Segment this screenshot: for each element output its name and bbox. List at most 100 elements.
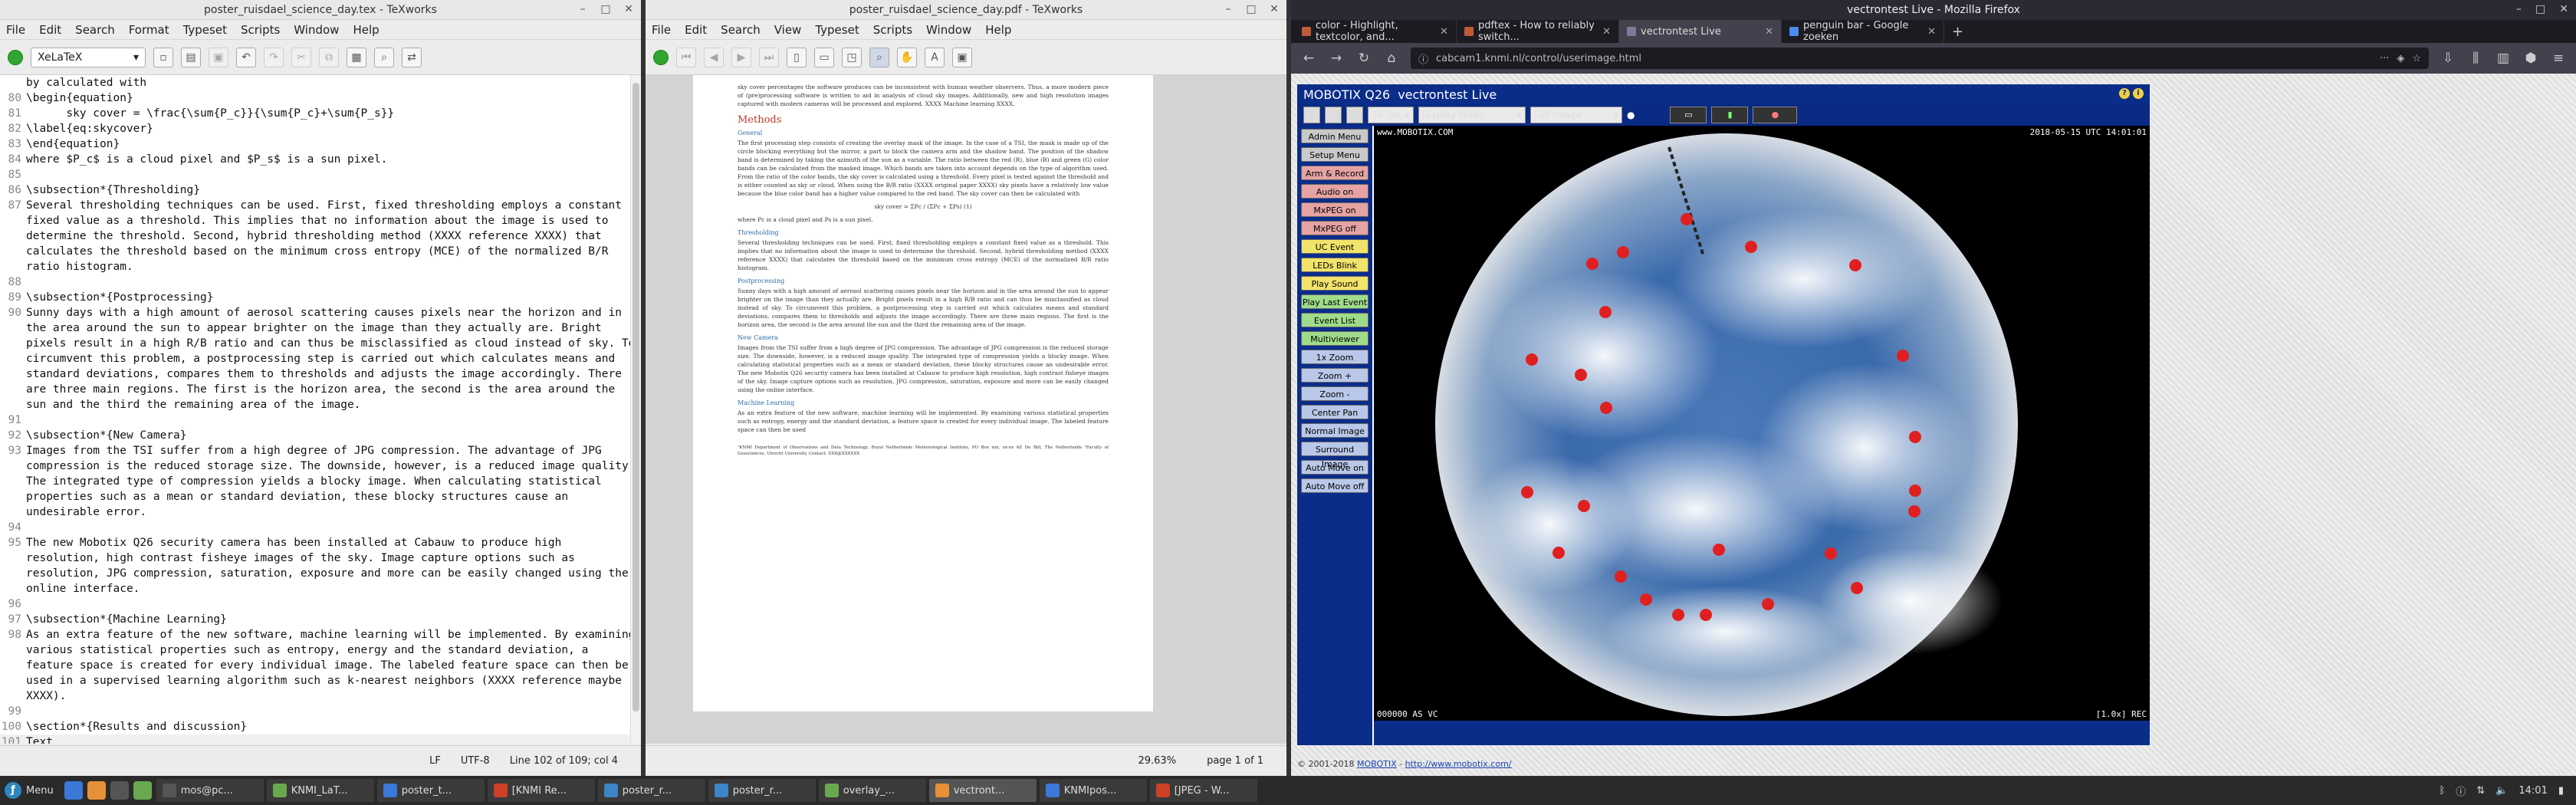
fit-width-icon[interactable]: ▭ [814,47,834,67]
next-page-icon[interactable]: ▶ [731,47,751,67]
mobotix-button-play-last-event[interactable]: Play Last Event [1301,294,1368,309]
editor-line[interactable]: 82 \label{eq:skycover} [0,121,641,136]
multiview-icon[interactable]: ▦ [1346,107,1363,123]
editor-line[interactable]: 96 [0,596,641,612]
mobotix-button-leds-blink[interactable]: LEDs Blink [1301,258,1368,272]
close-tab-icon[interactable]: ✕ [1440,26,1448,38]
editor-line[interactable]: 97 \subsection*{Machine Learning} [0,612,641,627]
source-editor[interactable]: by calculated with 80 \begin{equation} 81 s… [0,75,641,744]
extension-icon[interactable]: ⬢ [2522,51,2539,66]
mobotix-button-uc-event[interactable]: UC Event [1301,239,1368,254]
maximize-icon[interactable]: □ [1245,3,1257,15]
bluetooth-icon[interactable]: ᛒ [2439,785,2445,797]
browser-tab[interactable]: color - Highlight, textcolor, and... ✕ [1294,20,1457,43]
home-icon[interactable]: ⌂ [1383,51,1400,66]
menu-file[interactable]: File [6,23,25,37]
typeset-button[interactable] [8,49,23,65]
pdf-canvas[interactable]: sky cover percentages the software produ… [646,75,1286,744]
editor-line[interactable]: 85 [0,167,641,182]
close-icon[interactable]: ✕ [2559,3,2568,15]
eol-indicator[interactable]: LF [429,755,441,767]
editor-line[interactable]: 91 [0,412,641,428]
address-bar[interactable]: ⓘ cabcam1.knmi.nl/control/userimage.html… [1411,48,2429,69]
engine-select[interactable]: XeLaTeX ▾ [31,47,146,67]
player-icon[interactable]: ▶ [1325,107,1342,123]
mobotix-button-zoom-[interactable]: Zoom + [1301,368,1368,383]
display-mode-select[interactable]: Display Mode ▾ [1418,107,1526,123]
maximize-icon[interactable]: □ [2535,3,2545,15]
taskbar-window-button[interactable]: overlay_... [818,779,926,802]
copy-icon[interactable]: ⧉ [319,47,339,67]
menu-search[interactable]: Search [75,23,115,37]
mobotix-button-event-list[interactable]: Event List [1301,313,1368,327]
file-manager-launcher-icon[interactable] [64,781,83,800]
mobotix-button-center-pan[interactable]: Center Pan [1301,405,1368,419]
close-icon[interactable]: ✕ [1268,3,1280,15]
editor-line[interactable]: 93 Images from the TSI suffer from a high… [0,443,641,520]
close-icon[interactable]: ✕ [623,3,635,15]
actual-size-icon[interactable]: ▯ [787,47,807,67]
menu-view[interactable]: View [774,23,802,37]
editor-line[interactable]: 90 Sunny days with a high amount of aeros… [0,305,641,412]
editor-line[interactable]: 88 [0,274,641,290]
typeset-button[interactable] [653,49,669,65]
mobotix-link[interactable]: MOBOTIX [1357,759,1397,769]
firefox-launcher-icon[interactable] [87,781,106,800]
minimize-icon[interactable]: – [577,3,589,15]
start-menu-button[interactable]: ƒ Menu [0,782,64,799]
record-status-icon[interactable]: ● [1753,107,1798,123]
new-file-icon[interactable]: ▫ [153,47,173,67]
mobotix-button-play-sound[interactable]: Play Sound [1301,276,1368,291]
taskbar-window-button[interactable]: [KNMI Re... [487,779,595,802]
forward-icon[interactable]: → [1328,51,1345,66]
menu-window[interactable]: Window [926,23,971,37]
menu-scripts[interactable]: Scripts [241,23,280,37]
replace-icon[interactable]: ⇄ [402,47,422,67]
minimize-icon[interactable]: – [1222,3,1234,15]
url-text[interactable]: cabcam1.knmi.nl/control/userimage.html [1436,53,1641,64]
prev-page-icon[interactable]: ◀ [704,47,724,67]
magnify-icon[interactable]: ⌕ [869,47,889,67]
camera-status-icon[interactable]: ▭ [1670,107,1707,123]
editor-line[interactable]: 94 [0,520,641,535]
fps-select[interactable]: 16 fps ▾ [1368,107,1414,123]
find-icon[interactable]: ⌕ [374,47,394,67]
taskbar-window-button[interactable]: poster_r... [708,779,816,802]
browser-tab[interactable]: penguin bar - Google zoeken ✕ [1782,20,1944,43]
undo-icon[interactable]: ↶ [236,47,256,67]
mobotix-button-auto-move-off[interactable]: Auto Move off [1301,478,1368,493]
taskbar-window-button[interactable]: poster_r... [597,779,705,802]
network-icon[interactable]: ⇅ [2476,785,2485,797]
pocket-icon[interactable]: ◈ [2397,53,2404,64]
camera-live-image[interactable]: www.MOBOTIX.COM 2018-05-15 UTC 14:01:01 … [1374,126,2150,721]
editor-line[interactable]: by calculated with [0,75,641,90]
taskbar-window-button[interactable]: poster_t... [376,779,485,802]
sidebar-icon[interactable]: ▥ [2495,51,2512,66]
folder-launcher-icon[interactable] [133,781,152,800]
editor-line[interactable]: 98 As an extra feature of the new softwar… [0,627,641,704]
editor-line[interactable]: 83 \end{equation} [0,136,641,152]
hand-scroll-icon[interactable]: ✋ [897,47,917,67]
menu-help[interactable]: Help [353,23,379,37]
mobotix-button-setup-menu[interactable]: Setup Menu [1301,147,1368,162]
mobotix-button-multiviewer[interactable]: Multiviewer [1301,331,1368,346]
taskbar-window-button[interactable]: [JPEG - W... [1149,779,1257,802]
bookmark-star-icon[interactable]: ☆ [2412,53,2421,64]
image-mode-select[interactable]: Full Image ▾ [1530,107,1622,123]
editor-line[interactable]: 87 Several thresholding techniques can be… [0,198,641,274]
editor-line[interactable]: 89 \subsection*{Postprocessing} [0,290,641,305]
mobotix-url-link[interactable]: http://www.mobotix.com/ [1405,759,1512,769]
encoding-indicator[interactable]: UTF-8 [461,755,490,767]
mobotix-button-1x-zoom[interactable]: 1x Zoom [1301,350,1368,364]
back-icon[interactable]: ← [1300,51,1317,66]
clock[interactable]: 14:01 [2518,785,2547,797]
browser-tab-active[interactable]: vectrontest Live ✕ [1619,20,1782,43]
editor-line[interactable]: 92 \subsection*{New Camera} [0,428,641,443]
menu-file[interactable]: File [652,23,671,37]
paste-icon[interactable]: ▦ [347,47,366,67]
fit-window-icon[interactable]: ◳ [842,47,862,67]
zoom-level[interactable]: 29.63% [1138,755,1176,767]
editor-line[interactable]: 99 [0,704,641,719]
menu-typeset[interactable]: Typeset [183,23,227,37]
hamburger-menu-icon[interactable]: ≡ [2550,51,2567,66]
